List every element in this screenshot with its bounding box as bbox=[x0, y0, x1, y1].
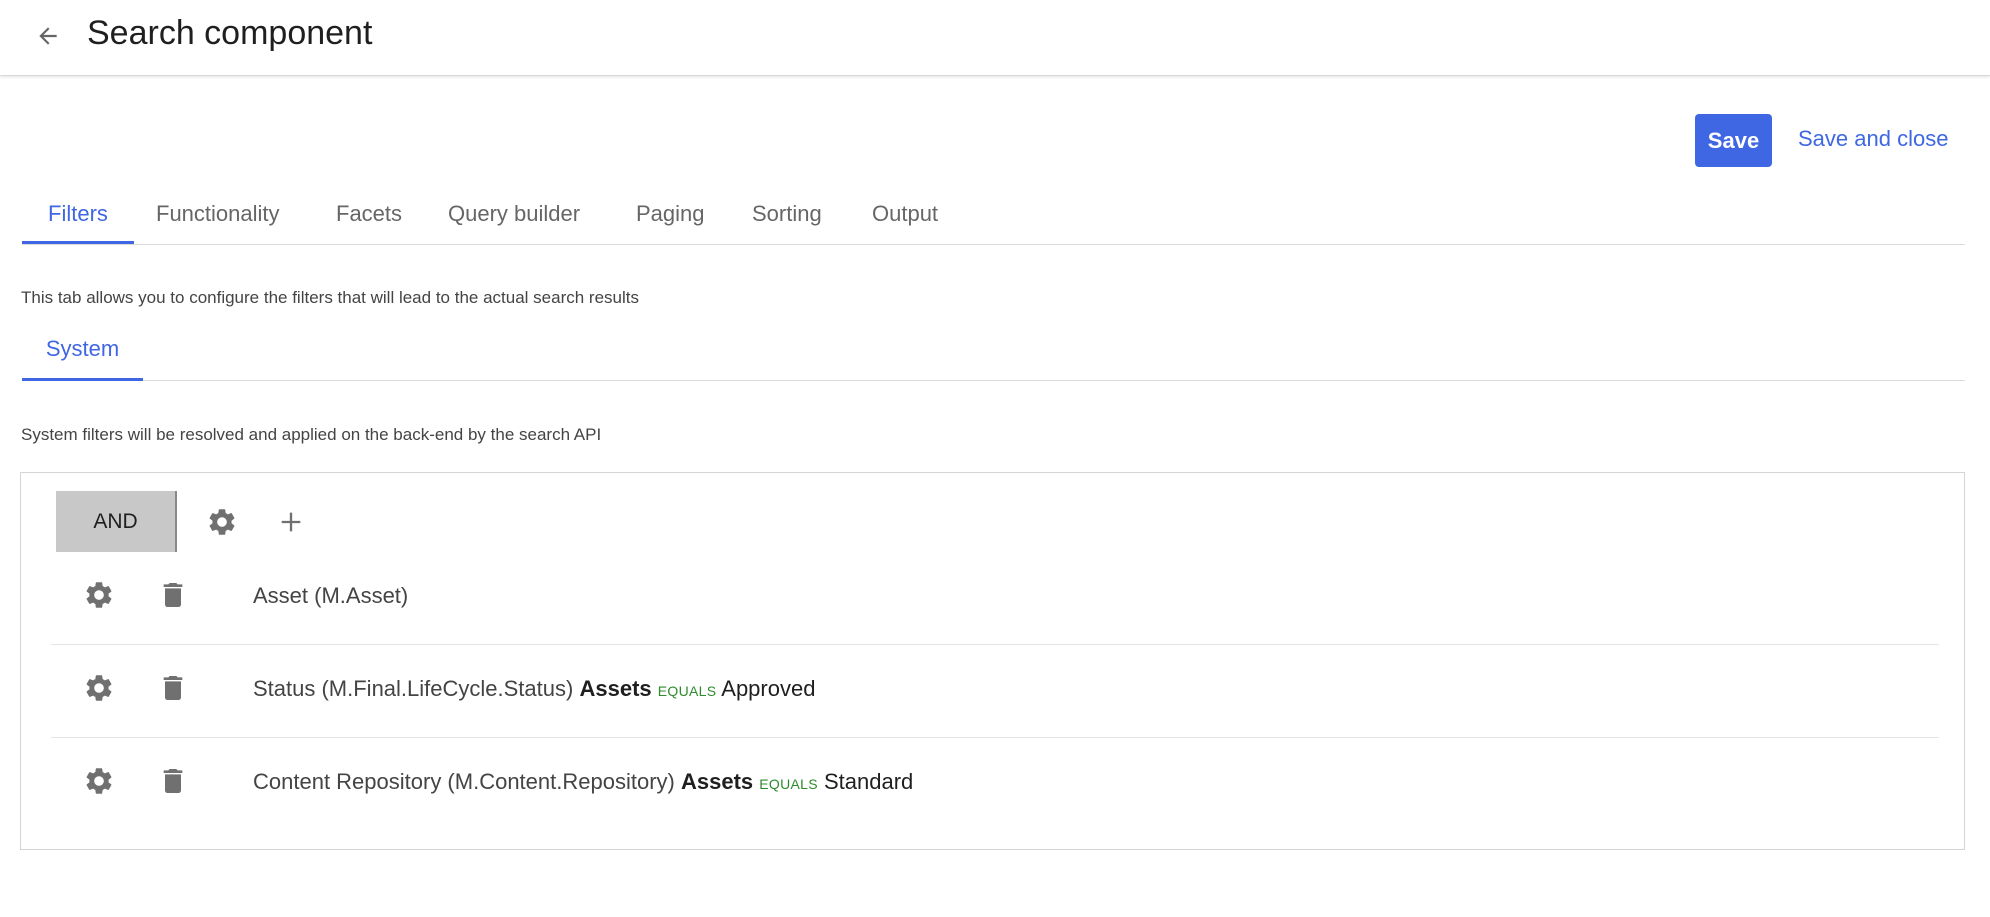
back-button[interactable] bbox=[30, 18, 66, 54]
plus-icon bbox=[281, 512, 301, 532]
page-header: Search component bbox=[0, 0, 1990, 76]
trash-icon bbox=[163, 676, 183, 700]
filter-row: Status (M.Final.LifeCycle.Status) Assets… bbox=[51, 644, 1939, 737]
gear-icon bbox=[86, 768, 112, 794]
row-delete-button[interactable] bbox=[157, 765, 189, 802]
tab-output[interactable]: Output bbox=[872, 190, 938, 244]
filter-field: Asset (M.Asset) bbox=[253, 583, 409, 608]
filter-value: Standard bbox=[824, 769, 914, 794]
row-settings-button[interactable] bbox=[83, 672, 115, 709]
filter-field: Content Repository (M.Content.Repository… bbox=[253, 769, 675, 794]
tab-paging[interactable]: Paging bbox=[636, 190, 705, 244]
filter-operator: EQUALS bbox=[759, 776, 818, 792]
trash-icon bbox=[163, 769, 183, 793]
subtab-system[interactable]: System bbox=[22, 328, 143, 381]
save-and-close-button[interactable]: Save and close bbox=[1798, 126, 1948, 152]
gear-icon bbox=[86, 582, 112, 608]
filter-field: Status (M.Final.LifeCycle.Status) bbox=[253, 676, 574, 701]
row-settings-button[interactable] bbox=[83, 765, 115, 802]
row-delete-button[interactable] bbox=[157, 672, 189, 709]
filter-row-text: Content Repository (M.Content.Repository… bbox=[253, 769, 913, 795]
filter-row: Content Repository (M.Content.Repository… bbox=[51, 737, 1939, 830]
tab-bar: Filters Functionality Facets Query build… bbox=[22, 190, 1965, 245]
arrow-left-icon bbox=[39, 27, 57, 45]
filter-row-text: Status (M.Final.LifeCycle.Status) Assets… bbox=[253, 676, 815, 702]
filter-scope: Assets bbox=[579, 676, 652, 701]
gear-icon bbox=[86, 675, 112, 701]
tab-facets[interactable]: Facets bbox=[336, 190, 402, 244]
add-filter-button[interactable] bbox=[277, 508, 305, 541]
gear-icon bbox=[209, 509, 235, 535]
tab-sorting[interactable]: Sorting bbox=[752, 190, 822, 244]
tab-filters[interactable]: Filters bbox=[22, 190, 134, 244]
page-title: Search component bbox=[87, 14, 373, 52]
filter-value: Approved bbox=[721, 676, 816, 701]
row-delete-button[interactable] bbox=[157, 579, 189, 616]
group-settings-button[interactable] bbox=[206, 506, 238, 543]
filters-description: This tab allows you to configure the fil… bbox=[21, 288, 639, 307]
row-settings-button[interactable] bbox=[83, 579, 115, 616]
filter-row: Asset (M.Asset) bbox=[51, 553, 1939, 646]
tab-functionality[interactable]: Functionality bbox=[156, 190, 280, 244]
filter-scope: Assets bbox=[680, 769, 754, 794]
subtab-bar: System bbox=[22, 328, 1965, 381]
system-description: System filters will be resolved and appl… bbox=[21, 425, 602, 444]
tab-query-builder[interactable]: Query builder bbox=[448, 190, 580, 244]
and-operator-button[interactable]: AND bbox=[56, 491, 177, 552]
save-button[interactable]: Save bbox=[1695, 114, 1772, 167]
filter-row-text: Asset (M.Asset) bbox=[253, 583, 408, 609]
trash-icon bbox=[163, 583, 183, 607]
filter-operator: EQUALS bbox=[657, 683, 717, 699]
filter-group-panel: AND Asset (M.Asset) Status (M.Final.Life… bbox=[20, 472, 1965, 850]
